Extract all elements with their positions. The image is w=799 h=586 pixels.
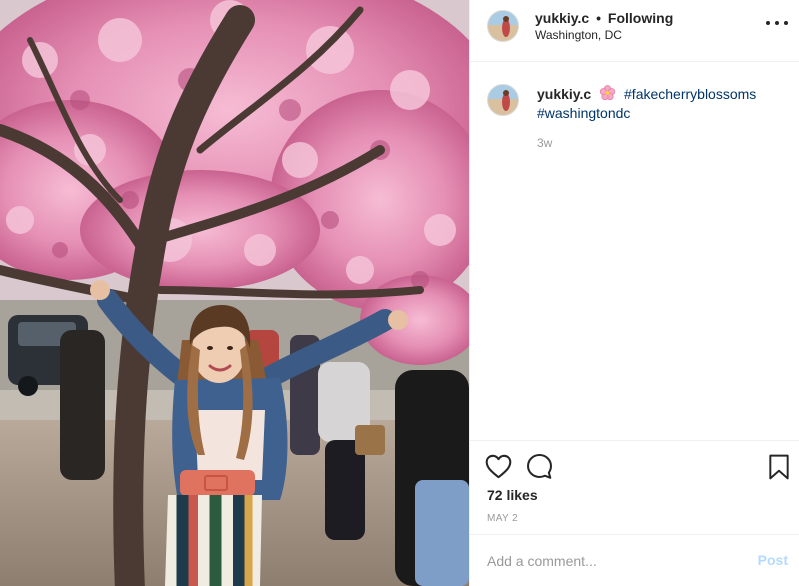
comment-input[interactable] bbox=[487, 550, 737, 572]
post-comment-button[interactable]: Post bbox=[758, 552, 788, 568]
post-photo-image bbox=[0, 0, 469, 586]
post-actions: 72 likes MAY 2 bbox=[470, 440, 799, 534]
comment-icon[interactable] bbox=[526, 453, 553, 480]
more-dot bbox=[766, 21, 770, 25]
follow-status[interactable]: Following bbox=[608, 10, 673, 26]
post-header: yukkiy.c • Following Washington, DC bbox=[470, 0, 799, 62]
caption-time: 3w bbox=[537, 136, 553, 150]
header-username[interactable]: yukkiy.c bbox=[535, 10, 589, 26]
caption-text: yukkiy.c #fakecherryblossoms #washington… bbox=[537, 82, 784, 123]
avatar-image bbox=[488, 85, 518, 115]
more-dot bbox=[784, 21, 788, 25]
add-comment-bar: Post bbox=[470, 534, 799, 586]
like-count[interactable]: 72 likes bbox=[487, 487, 538, 503]
more-options-icon[interactable] bbox=[766, 16, 788, 30]
hashtag-link[interactable]: #washingtondc bbox=[537, 105, 630, 121]
cherry-blossom-emoji bbox=[599, 85, 616, 101]
post-photo[interactable] bbox=[0, 0, 469, 586]
bookmark-icon[interactable] bbox=[768, 454, 790, 480]
header-location[interactable]: Washington, DC bbox=[535, 28, 622, 42]
hashtag-link[interactable]: #fakecherryblossoms bbox=[624, 86, 756, 102]
caption-avatar[interactable] bbox=[487, 84, 519, 116]
avatar-image bbox=[488, 11, 518, 41]
post-date: MAY 2 bbox=[487, 513, 519, 524]
caption-username[interactable]: yukkiy.c bbox=[537, 86, 591, 102]
header-separator: • bbox=[596, 10, 602, 26]
post-detail-panel: yukkiy.c • Following Washington, DC yukk… bbox=[469, 0, 799, 586]
header-username-line: yukkiy.c • Following bbox=[535, 10, 673, 26]
avatar[interactable] bbox=[487, 10, 519, 42]
more-dot bbox=[775, 21, 779, 25]
caption: yukkiy.c #fakecherryblossoms #washington… bbox=[470, 62, 799, 150]
heart-icon[interactable] bbox=[485, 454, 512, 479]
